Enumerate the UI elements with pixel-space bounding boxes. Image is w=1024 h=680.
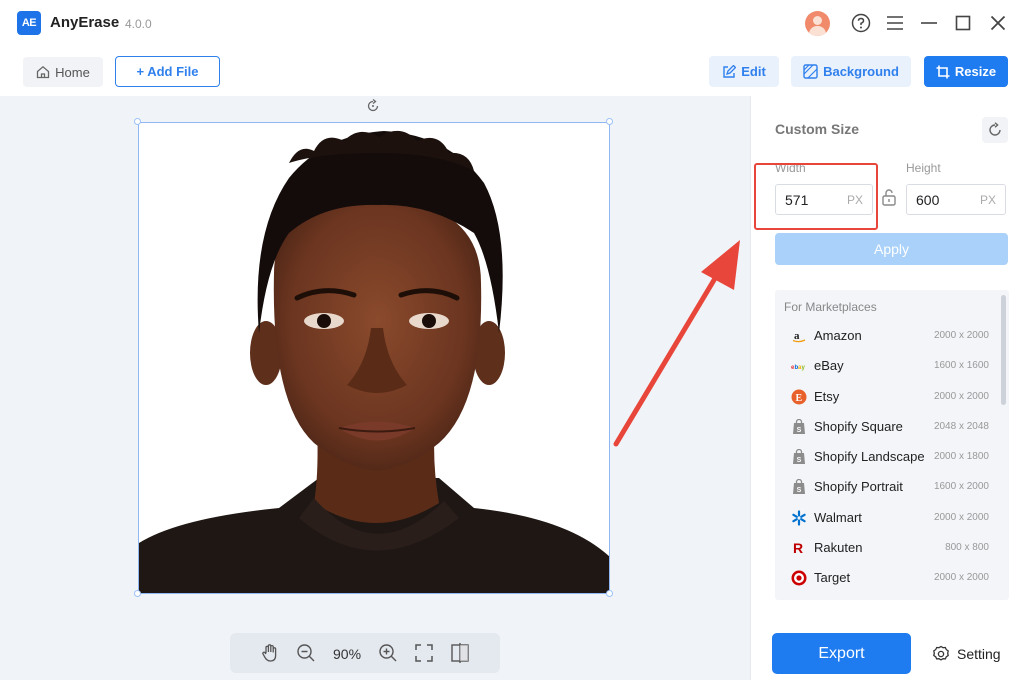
apply-button[interactable]: Apply (775, 233, 1008, 265)
svg-text:E: E (796, 393, 803, 404)
svg-text:y: y (802, 365, 806, 371)
svg-text:R: R (793, 540, 803, 556)
annotation-arrow (613, 240, 740, 447)
svg-text:S: S (797, 427, 802, 434)
edit-icon (723, 64, 737, 78)
fit-screen-icon[interactable] (413, 642, 435, 664)
portrait-image[interactable] (138, 122, 610, 594)
background-label: Background (823, 64, 899, 79)
app-version: 4.0.0 (125, 17, 152, 31)
app-logo: AE (17, 11, 41, 35)
reset-button[interactable] (982, 117, 1008, 143)
amazon-icon: a (791, 328, 807, 344)
ebay-icon: ebay (791, 358, 807, 374)
marketplace-item-walmart[interactable]: Walmart 2000 x 2000 (775, 503, 1000, 533)
close-icon[interactable] (985, 10, 1011, 36)
target-icon (791, 570, 807, 586)
edit-label: Edit (741, 64, 766, 79)
svg-text:S: S (797, 487, 802, 494)
avatar-icon[interactable] (805, 11, 830, 36)
marketplace-item-target[interactable]: Target 2000 x 2000 (775, 563, 1000, 593)
annotation-highlight (754, 163, 878, 230)
shopify-icon: S (791, 449, 807, 465)
svg-text:a: a (794, 330, 800, 342)
setting-button[interactable]: Setting (932, 643, 1001, 665)
height-label: Height (906, 161, 941, 175)
height-input[interactable]: 600 PX (906, 184, 1006, 215)
home-button[interactable]: Home (23, 57, 103, 87)
zoom-in-icon[interactable] (377, 642, 399, 664)
marketplaces-title: For Marketplaces (784, 300, 877, 314)
crop-icon (936, 65, 950, 78)
compare-icon[interactable] (449, 642, 471, 664)
resize-label: Resize (954, 64, 997, 79)
svg-text:S: S (797, 457, 802, 464)
resize-button[interactable]: Resize (924, 56, 1008, 87)
hand-tool-icon[interactable] (259, 642, 281, 664)
reset-icon (989, 122, 1001, 136)
height-value: 600 (916, 192, 940, 208)
shopify-icon: S (791, 419, 807, 435)
background-icon (803, 64, 818, 79)
custom-size-title: Custom Size (775, 121, 860, 137)
marketplace-item-amazon[interactable]: a Amazon 2000 x 2000 (775, 321, 1000, 351)
shopify-icon: S (791, 479, 807, 495)
lock-icon[interactable] (880, 188, 898, 206)
minimize-icon[interactable] (916, 10, 942, 36)
maximize-icon[interactable] (950, 10, 976, 36)
home-label: Home (55, 64, 90, 80)
etsy-icon: E (791, 389, 807, 405)
setting-label: Setting (957, 646, 1001, 662)
resize-handle[interactable] (134, 118, 141, 125)
add-file-button[interactable]: + Add File (115, 56, 220, 87)
resize-handle[interactable] (606, 118, 613, 125)
marketplace-item-etsy[interactable]: E Etsy 2000 x 2000 (775, 382, 1000, 412)
resize-handle[interactable] (134, 590, 141, 597)
menu-icon[interactable] (882, 10, 908, 36)
rotate-icon[interactable] (365, 98, 381, 114)
marketplace-item-ebay[interactable]: ebay eBay 1600 x 1600 (775, 351, 1000, 381)
edit-button[interactable]: Edit (709, 56, 779, 87)
title-bar: AE AnyErase 4.0.0 (0, 0, 1024, 46)
logo-text: AE (21, 17, 37, 29)
resize-handle[interactable] (606, 590, 613, 597)
marketplace-item-shopify-landscape[interactable]: S Shopify Landscape 2000 x 1800 (775, 442, 1000, 472)
height-unit: PX (979, 193, 996, 207)
zoom-out-icon[interactable] (295, 642, 317, 664)
gear-icon (933, 645, 949, 661)
export-button[interactable]: Export (772, 633, 911, 674)
home-icon (37, 65, 50, 79)
toolbar: Home + Add File Edit Background Resize (0, 46, 1024, 96)
rakuten-icon: R (791, 540, 807, 556)
help-icon[interactable] (848, 10, 874, 36)
walmart-icon (791, 510, 807, 526)
zoom-level: 90% (333, 646, 362, 662)
portrait-illustration (139, 123, 609, 593)
marketplace-item-shopify-portrait[interactable]: S Shopify Portrait 1600 x 2000 (775, 472, 1000, 502)
scrollbar[interactable] (1001, 295, 1006, 405)
app-name: AnyErase (50, 14, 120, 31)
marketplace-item-shopify-square[interactable]: S Shopify Square 2048 x 2048 (775, 412, 1000, 442)
marketplace-item-rakuten[interactable]: R Rakuten 800 x 800 (775, 533, 1000, 563)
background-button[interactable]: Background (791, 56, 911, 87)
